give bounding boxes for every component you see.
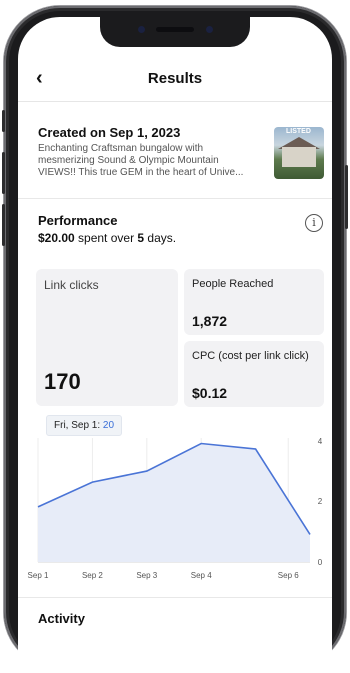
divider <box>18 597 332 598</box>
chart-x-tick-label: Sep 4 <box>191 571 212 580</box>
people-reached-label: People Reached <box>192 278 274 290</box>
performance-summary: $20.00 spent over 5 days. <box>38 231 176 245</box>
ad-created-date: Created on Sep 1, 2023 <box>38 125 181 140</box>
people-reached-value: 1,872 <box>192 313 228 329</box>
tooltip-value: 20 <box>102 420 115 431</box>
power-button <box>345 165 348 229</box>
chart-x-tick-label: Sep 2 <box>82 571 103 580</box>
chart-y-tick-label: 0 <box>318 558 323 567</box>
ad-description-line: mesmerizing Sound & Olympic Mountain <box>38 155 219 166</box>
ad-description[interactable]: Enchanting Craftsman bungalow with mesme… <box>38 143 260 179</box>
ad-thumbnail[interactable]: LISTED <box>274 127 324 179</box>
ad-description-line: VIEWS!! This true GEM in the heart of Un… <box>38 167 244 178</box>
divider <box>18 198 332 199</box>
link-clicks-label: Link clicks <box>44 278 99 292</box>
chart-tooltip: Fri, Sep 1: 20 <box>46 415 123 436</box>
days-suffix: days. <box>144 231 177 245</box>
chart-x-tick-label: Sep 1 <box>28 571 49 580</box>
mute-switch <box>2 110 5 132</box>
link-clicks-card[interactable]: Link clicks 170 <box>36 269 178 406</box>
notch <box>100 17 250 47</box>
volume-down-button <box>2 204 5 246</box>
chart-y-tick-label: 4 <box>318 437 323 446</box>
cpc-value: $0.12 <box>192 385 228 401</box>
activity-title: Activity <box>38 611 85 626</box>
people-reached-card[interactable]: People Reached 1,872 <box>184 269 324 335</box>
performance-title: Performance <box>38 213 118 228</box>
info-icon[interactable]: i <box>305 214 323 232</box>
ad-description-line: Enchanting Craftsman bungalow with <box>38 143 204 154</box>
tooltip-date: Fri, Sep 1: <box>54 420 103 431</box>
chart-x-tick-label: Sep 3 <box>136 571 157 580</box>
chart-area <box>38 443 310 562</box>
camera-icon <box>206 26 213 33</box>
spent-mid-text: spent over <box>74 231 138 245</box>
phone-screen: ‹ Results Created on Sep 1, 2023 Enchant… <box>18 17 332 669</box>
link-clicks-value: 170 <box>44 369 81 394</box>
cpc-card[interactable]: CPC (cost per link click) $0.12 <box>184 341 324 407</box>
chart-x-tick-label: Sep 6 <box>278 571 299 580</box>
cpc-label: CPC (cost per link click) <box>192 350 309 362</box>
volume-up-button <box>2 152 5 194</box>
link-clicks-chart[interactable]: Sep 1 Sep 2 Sep 3 Sep 4 Sep 6420 <box>18 412 332 607</box>
speaker-grille <box>156 27 194 32</box>
page-title: Results <box>147 70 203 87</box>
listed-badge: LISTED <box>286 128 311 135</box>
results-header: ‹ Results <box>18 65 332 102</box>
sensor-icon <box>138 26 145 33</box>
chart-y-tick-label: 2 <box>318 497 323 506</box>
spent-amount: $20.00 <box>38 231 75 245</box>
house-image <box>282 147 316 167</box>
